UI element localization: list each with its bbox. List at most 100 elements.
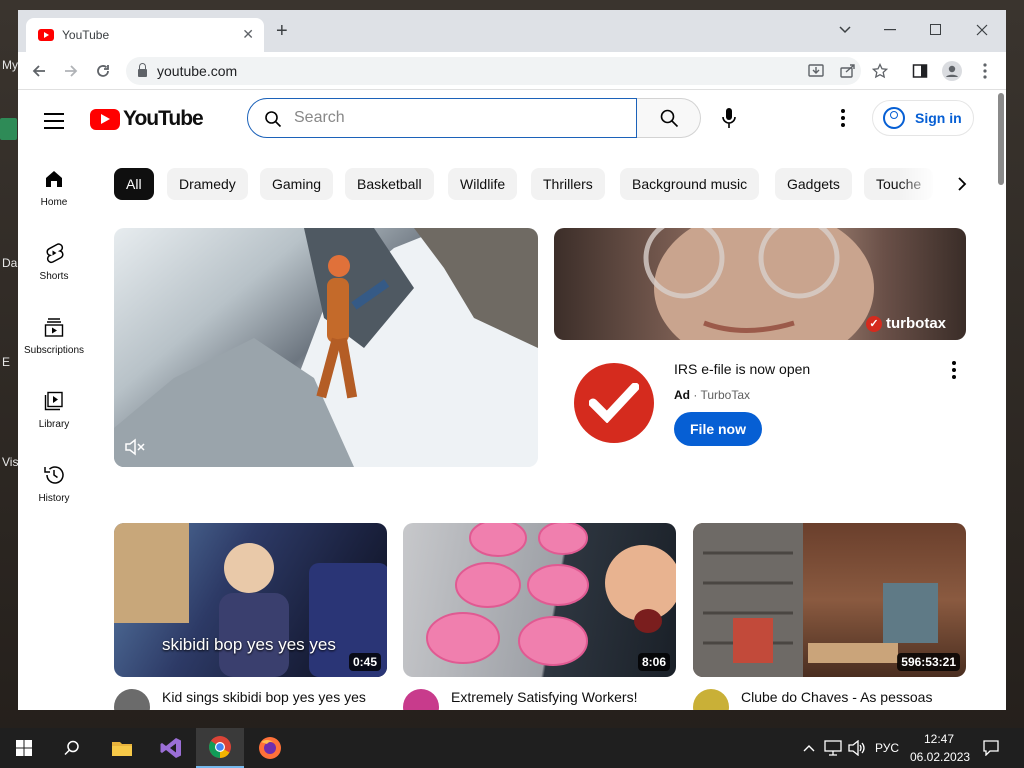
tab-search-dropdown-icon[interactable] (825, 16, 865, 44)
channel-avatar[interactable] (693, 689, 729, 710)
side-panel-icon[interactable] (909, 60, 931, 82)
muted-speaker-icon[interactable] (124, 438, 146, 461)
share-icon[interactable] (837, 60, 859, 82)
address-bar[interactable]: youtube.com (126, 57, 861, 85)
history-icon (42, 463, 66, 487)
search-input[interactable] (292, 108, 592, 128)
chip-thrillers[interactable]: Thrillers (531, 168, 605, 200)
sign-in-button[interactable]: Sign in (872, 100, 974, 136)
file-explorer-icon[interactable] (98, 728, 146, 768)
sidebar-item-history[interactable]: History (18, 457, 90, 517)
chip-basketball[interactable]: Basketball (345, 168, 434, 200)
input-language[interactable]: РУС (875, 741, 899, 755)
chip-bar: All Dramedy Gaming Basketball Wildlife T… (114, 168, 979, 200)
taskbar-search-icon[interactable] (48, 728, 96, 768)
forward-arrow-icon[interactable] (60, 60, 82, 82)
clock-time[interactable]: 12:47 (924, 732, 954, 746)
checkmark-icon: ✓ (866, 315, 882, 332)
library-icon (42, 389, 66, 413)
profile-avatar-icon[interactable] (941, 60, 963, 82)
featured-video-player[interactable] (114, 228, 538, 467)
back-arrow-icon[interactable] (28, 60, 50, 82)
install-app-icon[interactable] (805, 60, 827, 82)
guide-menu-icon[interactable] (44, 113, 64, 129)
chip-background-music[interactable]: Background music (620, 168, 760, 200)
desktop-icon-label[interactable]: Da (2, 256, 17, 270)
close-window-button[interactable] (962, 16, 1002, 44)
checkmark-icon (589, 383, 639, 423)
desktop-icon-label[interactable]: My (2, 58, 18, 72)
clock-date[interactable]: 06.02.2023 (910, 750, 970, 764)
duration-badge: 0:45 (348, 653, 381, 671)
browser-toolbar: youtube.com (18, 52, 1006, 90)
sidebar-item-shorts[interactable]: Shorts (18, 235, 90, 295)
bookmark-star-icon[interactable] (869, 60, 891, 82)
tab-close-icon[interactable]: ✕ (242, 26, 254, 43)
chip-gadgets[interactable]: Gadgets (775, 168, 852, 200)
tab-title: YouTube (62, 28, 110, 42)
ad-banner-image[interactable]: ✓ turbotax (554, 228, 966, 340)
tab-youtube[interactable]: YouTube ✕ (26, 18, 264, 52)
search-box[interactable] (247, 98, 637, 138)
video-thumbnail[interactable]: 596:53:21 (693, 523, 966, 677)
ad-badge: Ad (674, 388, 690, 402)
chevron-right-icon[interactable] (946, 168, 978, 200)
network-icon[interactable] (822, 728, 844, 768)
video-card[interactable]: 596:53:21 Clube do Chaves - As pessoas b… (693, 523, 966, 710)
video-title[interactable]: Clube do Chaves - As pessoas boas devem … (741, 687, 951, 710)
youtube-page: YouTube Sign in Home (18, 91, 1006, 710)
settings-more-icon[interactable] (833, 105, 853, 131)
firefox-icon[interactable] (246, 728, 294, 768)
channel-avatar[interactable] (114, 689, 150, 710)
windows-taskbar: РУС 12:47 06.02.2023 (0, 728, 1024, 768)
desktop-icon-label[interactable]: E (2, 355, 10, 369)
ad-meta: Ad · TurboTax (674, 388, 751, 402)
chrome-icon[interactable] (196, 728, 244, 768)
sidebar-item-home[interactable]: Home (18, 161, 90, 221)
show-hidden-icons-chevron-icon[interactable] (798, 728, 820, 768)
account-icon (883, 107, 905, 129)
channel-avatar[interactable] (403, 689, 439, 710)
duration-badge: 8:06 (637, 653, 670, 671)
volume-icon[interactable] (846, 728, 868, 768)
home-icon (42, 167, 66, 191)
video-card[interactable]: skibidi bop yes yes yes 0:45 Kid sings s… (114, 523, 387, 710)
voice-search-button[interactable] (711, 100, 747, 136)
logo-text: YouTube (123, 107, 204, 130)
search-icon (660, 109, 678, 128)
notifications-icon[interactable] (978, 728, 1004, 768)
new-tab-button[interactable]: + (276, 21, 288, 41)
chip-dramedy[interactable]: Dramedy (167, 168, 248, 200)
video-card[interactable]: 8:06 Extremely Satisfying Workers! (403, 523, 676, 710)
video-thumbnail[interactable]: 8:06 (403, 523, 676, 677)
ad-title[interactable]: IRS e-file is now open (674, 361, 810, 377)
page-scrollbar[interactable] (998, 93, 1004, 185)
desktop-icon-label[interactable]: Vis (2, 455, 18, 469)
ad-advertiser: TurboTax (700, 388, 751, 402)
youtube-logo[interactable]: YouTube (90, 107, 204, 131)
chip-gaming[interactable]: Gaming (260, 168, 334, 200)
turbotax-logo: ✓ turbotax (866, 315, 946, 332)
youtube-favicon-icon (38, 29, 54, 41)
sidebar-item-library[interactable]: Library (18, 383, 90, 443)
minimize-button[interactable] (870, 16, 910, 44)
lock-icon[interactable] (138, 63, 147, 77)
ad-menu-icon[interactable] (944, 359, 964, 381)
sidebar-item-subscriptions[interactable]: Subscriptions (18, 309, 90, 369)
sign-in-label: Sign in (915, 110, 962, 126)
search-button[interactable] (637, 98, 701, 138)
video-thumbnail[interactable]: skibidi bop yes yes yes 0:45 (114, 523, 387, 677)
desktop-icon[interactable] (0, 118, 17, 140)
video-title[interactable]: Kid sings skibidi bop yes yes yes on Ame… (162, 687, 372, 710)
chip-all[interactable]: All (114, 168, 154, 200)
video-title[interactable]: Extremely Satisfying Workers! (451, 687, 661, 707)
file-now-button[interactable]: File now (674, 412, 762, 446)
reload-icon[interactable] (92, 60, 114, 82)
maximize-button[interactable] (916, 16, 956, 44)
start-button[interactable] (0, 728, 48, 768)
thumbnail-image (426, 523, 676, 666)
chip-wildlife[interactable]: Wildlife (448, 168, 518, 200)
visual-studio-icon[interactable] (147, 728, 195, 768)
browser-menu-icon[interactable] (974, 60, 996, 82)
advertiser-logo[interactable] (574, 363, 654, 443)
